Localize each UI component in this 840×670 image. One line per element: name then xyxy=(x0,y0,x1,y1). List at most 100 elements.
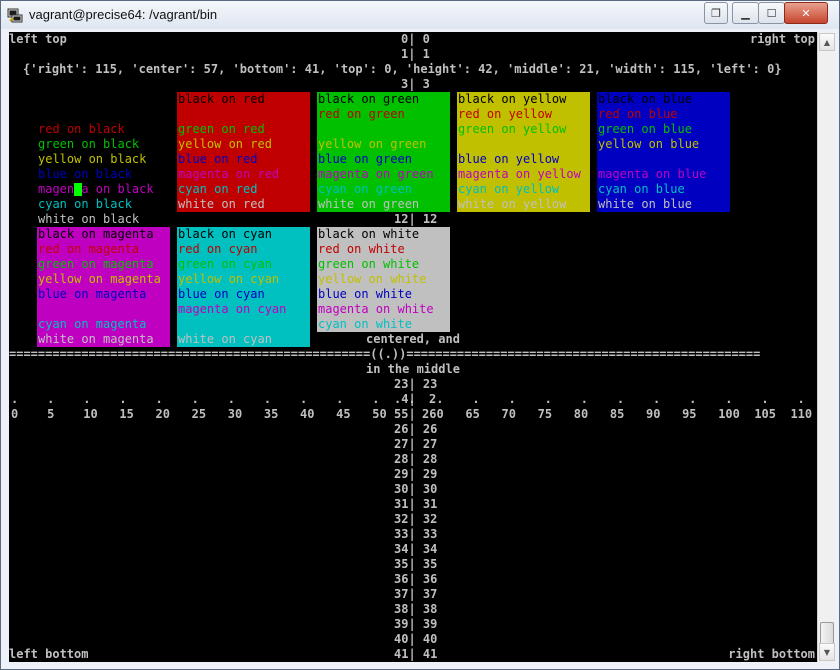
color-sample-text: cyan on green xyxy=(318,182,412,196)
row-number: 12| 12 xyxy=(394,212,438,226)
color-sample-text: black on white xyxy=(318,227,420,241)
title-bar[interactable]: vagrant@precise64: /vagrant/bin ❐ ▁ ☐ ✕ xyxy=(1,1,839,29)
vertical-scrollbar[interactable]: ▲ ▼ xyxy=(817,32,835,662)
minimize-icon[interactable]: ▁ xyxy=(732,2,759,24)
color-sample-text: red on white xyxy=(318,242,405,256)
window-title: vagrant@precise64: /vagrant/bin xyxy=(29,7,218,22)
dimensions-dict: {'right': 115, 'center': 57, 'bottom': 4… xyxy=(23,62,782,76)
color-sample-text: white on green xyxy=(318,197,420,211)
color-sample-text: cyan on yellow xyxy=(458,182,560,196)
right-bottom-label: right bottom xyxy=(728,647,815,661)
row-number: .4| xyxy=(394,392,416,406)
row-number: 39| 39 xyxy=(394,617,438,631)
ruler-dots: 2. . . . . . . . . . . . xyxy=(429,392,817,406)
row-number: 41| 41 xyxy=(394,647,438,661)
color-sample-text: yellow on black xyxy=(38,152,147,166)
color-sample-text: blue on red xyxy=(178,152,258,166)
color-sample-text: magenta on black xyxy=(38,182,154,196)
color-sample-text: white on yellow xyxy=(458,197,567,211)
color-sample-text: black on red xyxy=(178,92,265,106)
color-sample-text: green on cyan xyxy=(178,257,272,271)
color-sample-text: green on red xyxy=(178,122,265,136)
color-sample-text: green on white xyxy=(318,257,420,271)
color-sample-text: blue on green xyxy=(318,152,412,166)
color-sample-text: yellow on blue xyxy=(598,137,700,151)
row-number: 38| 38 xyxy=(394,602,438,616)
color-sample-text: black on blue xyxy=(598,92,692,106)
color-sample-text: magenta on cyan xyxy=(178,302,287,316)
color-sample-text: white on cyan xyxy=(178,332,272,346)
row-number: 23| 23 xyxy=(394,377,438,391)
ruler-dots: . . . . . . . . . . . . xyxy=(11,392,416,406)
color-sample-text: blue on cyan xyxy=(178,287,265,301)
row-number: 40| 40 xyxy=(394,632,438,646)
row-number: 3| 3 xyxy=(401,77,430,91)
row-number: 31| 31 xyxy=(394,497,438,511)
putty-icon xyxy=(7,8,23,23)
color-sample-text: yellow on green xyxy=(318,137,427,151)
restore-icon[interactable]: ❐ xyxy=(704,2,728,24)
row-number: 35| 35 xyxy=(394,557,438,571)
color-sample-text: white on magenta xyxy=(38,332,154,346)
color-sample-text: white on black xyxy=(38,212,140,226)
color-sample-text: red on black xyxy=(38,122,125,136)
close-icon[interactable]: ✕ xyxy=(784,2,828,24)
color-sample-text: red on blue xyxy=(598,107,678,121)
color-sample-text: red on magenta xyxy=(38,242,140,256)
left-bottom-label: left bottom xyxy=(9,647,89,661)
row-number: 37| 37 xyxy=(394,587,438,601)
color-sample-text: magenta on blue xyxy=(598,167,707,181)
color-sample-text: cyan on white xyxy=(318,317,412,331)
color-sample-text: blue on black xyxy=(38,167,132,181)
color-sample-text: black on cyan xyxy=(178,227,272,241)
color-sample-text: green on blue xyxy=(598,122,692,136)
scroll-up-icon[interactable]: ▲ xyxy=(819,33,835,51)
color-sample-text: yellow on white xyxy=(318,272,427,286)
row-number: 32| 32 xyxy=(394,512,438,526)
scroll-down-icon[interactable]: ▼ xyxy=(819,643,835,661)
color-sample-text: black on yellow xyxy=(458,92,567,106)
color-sample-text: cyan on blue xyxy=(598,182,685,196)
centered-text: in the middle xyxy=(366,362,460,376)
terminal-window: vagrant@precise64: /vagrant/bin ❐ ▁ ☐ ✕ … xyxy=(0,0,840,670)
color-sample-text: white on blue xyxy=(598,197,692,211)
ruler-numbers: 0 5 10 15 20 25 30 35 40 45 50 xyxy=(11,407,387,421)
color-sample-text: yellow on red xyxy=(178,137,272,151)
color-sample-text: red on yellow xyxy=(458,107,552,121)
color-sample-text: cyan on black xyxy=(38,197,132,211)
terminal-screen[interactable]: left top right top 0| 0 1| 1 {'right': 1… xyxy=(9,32,817,662)
row-number: 29| 29 xyxy=(394,467,438,481)
left-top-label: left top xyxy=(9,32,67,46)
row-number: 34| 34 xyxy=(394,542,438,556)
row-number: 28| 28 xyxy=(394,452,438,466)
color-sample-text: white on red xyxy=(178,197,265,211)
row-number: 1| 1 xyxy=(401,47,430,61)
color-sample-text: red on cyan xyxy=(178,242,258,256)
color-sample-text: black on magenta xyxy=(38,227,154,241)
row-number: 0| 0 xyxy=(401,32,430,46)
row-number: 26| 26 xyxy=(394,422,438,436)
row-number: 36| 36 xyxy=(394,572,438,586)
color-sample-text: red on green xyxy=(318,107,405,121)
color-sample-text: yellow on cyan xyxy=(178,272,280,286)
color-sample-text: green on black xyxy=(38,137,140,151)
maximize-icon[interactable]: ☐ xyxy=(758,2,785,24)
color-sample-text: magenta on red xyxy=(178,167,280,181)
row-number: 55| xyxy=(394,407,416,421)
color-sample-text: blue on yellow xyxy=(458,152,560,166)
color-sample-text: green on magenta xyxy=(38,257,154,271)
color-sample-text: cyan on magenta xyxy=(38,317,147,331)
color-sample-text: magenta on white xyxy=(318,302,434,316)
centered-text: centered, and xyxy=(366,332,460,346)
ruler-numbers: 260 65 70 75 80 85 90 95 100 105 110 xyxy=(422,407,813,421)
row-number: 33| 33 xyxy=(394,527,438,541)
row-number: 30| 30 xyxy=(394,482,438,496)
text-cursor xyxy=(74,183,82,196)
color-sample-text: blue on white xyxy=(318,287,412,301)
color-sample-text: yellow on magenta xyxy=(38,272,161,286)
color-sample-text: green on yellow xyxy=(458,122,567,136)
right-top-label: right top xyxy=(749,32,815,46)
row-number: 27| 27 xyxy=(394,437,438,451)
color-sample-text: magenta on yellow xyxy=(458,167,581,181)
color-sample-text: cyan on red xyxy=(178,182,258,196)
